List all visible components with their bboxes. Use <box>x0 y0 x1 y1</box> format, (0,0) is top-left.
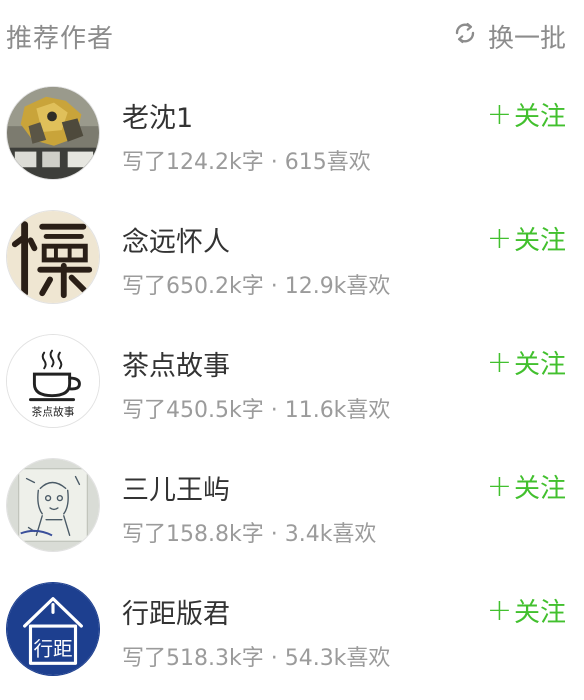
refresh-button[interactable]: 换一批 <box>452 18 566 55</box>
plus-icon: + <box>486 96 512 132</box>
author-stats: 写了650.2k字 · 12.9k喜欢 <box>122 274 391 299</box>
follow-label: 关注 <box>513 598 566 628</box>
follow-label: 关注 <box>513 350 566 380</box>
avatar[interactable]: 茶点故事 <box>6 334 100 428</box>
avatar[interactable] <box>6 86 100 180</box>
plus-icon: + <box>486 592 512 628</box>
author-name[interactable]: 茶点故事 <box>122 344 230 383</box>
plus-icon: + <box>486 220 512 256</box>
follow-label: 关注 <box>513 102 566 132</box>
author-list: 老沈1 写了124.2k字 · 615喜欢 + 关注 念远怀人 写了650.2k… <box>0 76 584 696</box>
plus-icon: + <box>486 468 512 504</box>
follow-button[interactable]: + 关注 <box>487 220 566 257</box>
follow-label: 关注 <box>513 474 566 504</box>
author-stats: 写了450.5k字 · 11.6k喜欢 <box>122 398 391 423</box>
author-stats: 写了518.3k字 · 54.3k喜欢 <box>122 646 391 671</box>
section-title: 推荐作者 <box>6 24 115 54</box>
author-stats: 写了158.8k字 · 3.4k喜欢 <box>122 522 377 547</box>
avatar[interactable] <box>6 210 100 304</box>
refresh-icon <box>452 20 478 53</box>
author-item: 老沈1 写了124.2k字 · 615喜欢 + 关注 <box>0 76 584 200</box>
author-name[interactable]: 三儿王屿 <box>122 468 230 507</box>
avatar[interactable] <box>6 458 100 552</box>
refresh-label: 换一批 <box>487 24 566 54</box>
avatar-caption: 茶点故事 <box>31 405 74 418</box>
author-name[interactable]: 老沈1 <box>122 96 193 135</box>
avatar[interactable]: 行距 <box>6 582 100 676</box>
plus-icon: + <box>486 344 512 380</box>
recommended-authors-header: 推荐作者 换一批 <box>0 0 584 76</box>
follow-button[interactable]: + 关注 <box>487 96 566 133</box>
author-name[interactable]: 行距版君 <box>122 592 230 631</box>
follow-button[interactable]: + 关注 <box>487 592 566 629</box>
author-item: 三儿王屿 写了158.8k字 · 3.4k喜欢 + 关注 <box>0 448 584 572</box>
author-item: 行距 行距版君 写了518.3k字 · 54.3k喜欢 + 关注 <box>0 572 584 696</box>
author-name[interactable]: 念远怀人 <box>122 220 230 259</box>
follow-button[interactable]: + 关注 <box>487 468 566 505</box>
author-stats: 写了124.2k字 · 615喜欢 <box>122 150 371 175</box>
avatar-caption: 行距 <box>33 637 72 660</box>
author-item: 茶点故事 茶点故事 写了450.5k字 · 11.6k喜欢 + 关注 <box>0 324 584 448</box>
follow-label: 关注 <box>513 226 566 256</box>
author-item: 念远怀人 写了650.2k字 · 12.9k喜欢 + 关注 <box>0 200 584 324</box>
follow-button[interactable]: + 关注 <box>487 344 566 381</box>
